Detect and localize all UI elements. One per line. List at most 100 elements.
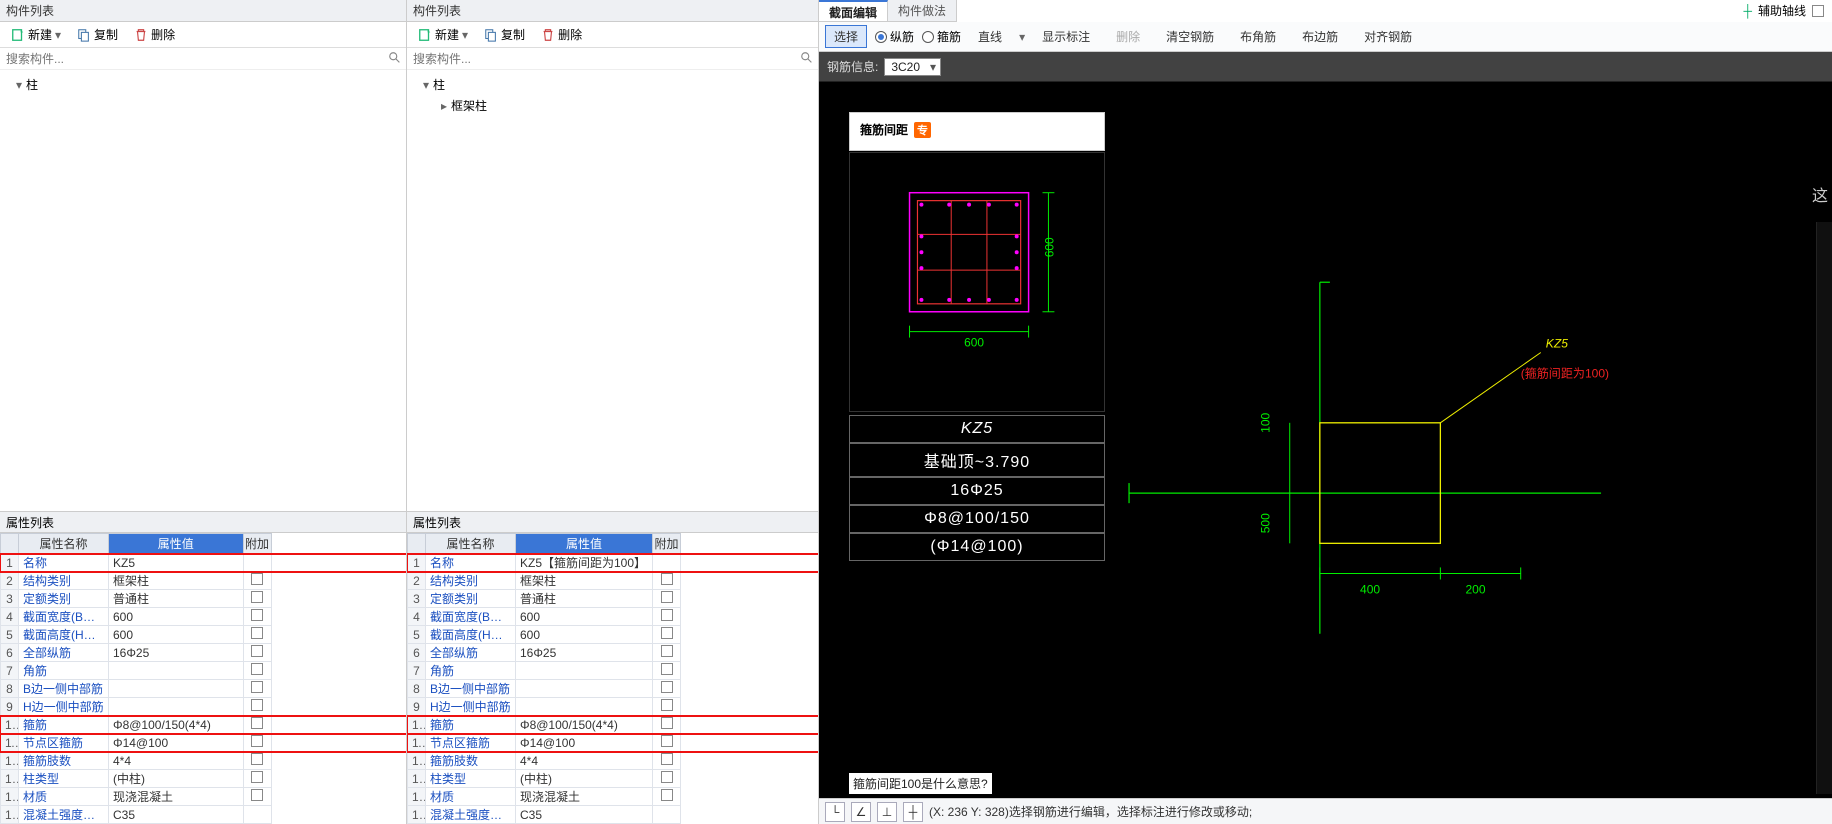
table-row[interactable]: 6全部纵筋16Φ25 (408, 644, 818, 662)
prop-name[interactable]: 节点区箍筋 (19, 734, 109, 752)
delete-button[interactable]: 删除 (127, 23, 182, 46)
prop-name[interactable]: 箍筋肢数 (19, 752, 109, 770)
table-row[interactable]: 6全部纵筋16Φ25 (1, 644, 406, 662)
prop-extra-checkbox[interactable] (243, 734, 271, 752)
prop-name[interactable]: 全部纵筋 (426, 644, 516, 662)
table-row[interactable]: 7角筋 (408, 662, 818, 680)
prop-value[interactable]: C35 (516, 806, 653, 824)
copy-button[interactable]: 复制 (477, 23, 532, 46)
prop-name[interactable]: 名称 (19, 554, 109, 572)
tree-zone-left[interactable]: 柱 (0, 70, 406, 511)
prop-name[interactable]: 混凝土强度等级 (426, 806, 516, 824)
prop-table-b[interactable]: 属性名称 属性值 附加 1名称KZ5【箍筋间距为100】2结构类别框架柱3定额类… (407, 533, 818, 824)
table-row[interactable]: 3定额类别普通柱 (408, 590, 818, 608)
prop-extra-checkbox[interactable] (653, 806, 681, 824)
prop-value[interactable]: 框架柱 (516, 572, 653, 590)
prop-value[interactable]: 600 (109, 626, 244, 644)
prop-extra-checkbox[interactable] (243, 788, 271, 806)
prop-name[interactable]: 截面高度(H边)(... (426, 626, 516, 644)
prop-value[interactable]: 600 (516, 608, 653, 626)
prop-name[interactable]: 定额类别 (426, 590, 516, 608)
prop-extra-checkbox[interactable] (243, 590, 271, 608)
prop-name[interactable]: 截面宽度(B边)(... (19, 608, 109, 626)
prop-table-a[interactable]: 属性名称 属性值 附加 1名称KZ52结构类别框架柱3定额类别普通柱4截面宽度(… (0, 533, 406, 824)
prop-name[interactable]: 定额类别 (19, 590, 109, 608)
prop-extra-checkbox[interactable] (243, 698, 271, 716)
snap-perp-icon[interactable]: ⊥ (877, 802, 897, 822)
table-row[interactable]: 2结构类别框架柱 (1, 572, 406, 590)
col-extra[interactable]: 附加 (243, 534, 271, 554)
prop-extra-checkbox[interactable] (653, 680, 681, 698)
prop-value[interactable]: 16Φ25 (109, 644, 244, 662)
prop-name[interactable]: 角筋 (19, 662, 109, 680)
prop-value[interactable]: 现浇混凝土 (109, 788, 244, 806)
table-row[interactable]: 10箍筋Φ8@100/150(4*4) (408, 716, 818, 734)
prop-name[interactable]: 角筋 (426, 662, 516, 680)
prop-extra-checkbox[interactable] (243, 770, 271, 788)
table-row[interactable]: 15混凝土强度等级C35 (1, 806, 406, 824)
table-row[interactable]: 3定额类别普通柱 (1, 590, 406, 608)
table-row[interactable]: 7角筋 (1, 662, 406, 680)
prop-value[interactable]: 4*4 (516, 752, 653, 770)
search-icon[interactable] (800, 51, 814, 65)
clear-rebar[interactable]: 清空钢筋 (1157, 25, 1223, 48)
prop-name[interactable]: 箍筋肢数 (426, 752, 516, 770)
prop-extra-checkbox[interactable] (243, 680, 271, 698)
prop-extra-checkbox[interactable] (243, 644, 271, 662)
prop-name[interactable]: 结构类别 (19, 572, 109, 590)
place-side[interactable]: 布边筋 (1293, 25, 1347, 48)
prop-name[interactable]: H边一侧中部筋 (426, 698, 516, 716)
prop-value[interactable]: KZ5【箍筋间距为100】 (516, 554, 653, 572)
table-row[interactable]: 8B边一侧中部筋 (1, 680, 406, 698)
prop-name[interactable]: 结构类别 (426, 572, 516, 590)
prop-name[interactable]: 箍筋 (19, 716, 109, 734)
table-row[interactable]: 5截面高度(H边)(...600 (408, 626, 818, 644)
prop-value[interactable] (109, 680, 244, 698)
table-row[interactable]: 14材质现浇混凝土 (408, 788, 818, 806)
tree-column-type[interactable]: 柱 (407, 74, 818, 95)
table-row[interactable]: 1名称KZ5【箍筋间距为100】 (408, 554, 818, 572)
aux-axis-checkbox[interactable] (1812, 5, 1824, 17)
tree-zone-mid[interactable]: 柱 框架柱 (407, 70, 818, 511)
table-row[interactable]: 9H边一侧中部筋 (408, 698, 818, 716)
prop-extra-checkbox[interactable] (243, 572, 271, 590)
table-row[interactable]: 9H边一侧中部筋 (1, 698, 406, 716)
table-row[interactable]: 4截面宽度(B边)(...600 (408, 608, 818, 626)
table-row[interactable]: 4截面宽度(B边)(...600 (1, 608, 406, 626)
prop-extra-checkbox[interactable] (243, 806, 271, 824)
prop-value[interactable]: Φ14@100 (516, 734, 653, 752)
tab-method[interactable]: 构件做法 (888, 0, 957, 21)
snap-cross-icon[interactable]: ┼ (903, 802, 923, 822)
prop-extra-checkbox[interactable] (243, 608, 271, 626)
prop-value[interactable]: (中柱) (109, 770, 244, 788)
prop-extra-checkbox[interactable] (653, 734, 681, 752)
prop-name[interactable]: 柱类型 (19, 770, 109, 788)
prop-value[interactable]: 16Φ25 (516, 644, 653, 662)
prop-name[interactable]: 名称 (426, 554, 516, 572)
prop-name[interactable]: B边一侧中部筋 (19, 680, 109, 698)
new-button[interactable]: 新建 ▾ (411, 23, 475, 46)
table-row[interactable]: 11节点区箍筋Φ14@100 (408, 734, 818, 752)
table-row[interactable]: 12箍筋肢数4*4 (1, 752, 406, 770)
tree-column-type[interactable]: 柱 (0, 74, 406, 95)
col-extra[interactable]: 附加 (653, 534, 681, 554)
col-value[interactable]: 属性值 (516, 534, 653, 554)
prop-extra-checkbox[interactable] (243, 716, 271, 734)
tab-section-edit[interactable]: 截面编辑 (819, 0, 888, 21)
search-icon[interactable] (388, 51, 402, 65)
prop-extra-checkbox[interactable] (653, 770, 681, 788)
prop-value[interactable]: Φ14@100 (109, 734, 244, 752)
prop-name[interactable]: 材质 (426, 788, 516, 806)
prop-value[interactable]: 600 (516, 626, 653, 644)
align-rebar[interactable]: 对齐钢筋 (1355, 25, 1421, 48)
table-row[interactable]: 13柱类型(中柱) (408, 770, 818, 788)
prop-name[interactable]: 混凝土强度等级 (19, 806, 109, 824)
table-row[interactable]: 15混凝土强度等级C35 (408, 806, 818, 824)
prop-value[interactable]: Φ8@100/150(4*4) (516, 716, 653, 734)
radio-longitudinal[interactable]: 纵筋 (875, 28, 914, 45)
prop-value[interactable] (516, 698, 653, 716)
table-row[interactable]: 1名称KZ5 (1, 554, 406, 572)
prop-value[interactable]: 普通柱 (109, 590, 244, 608)
col-value[interactable]: 属性值 (109, 534, 244, 554)
prop-value[interactable] (109, 698, 244, 716)
